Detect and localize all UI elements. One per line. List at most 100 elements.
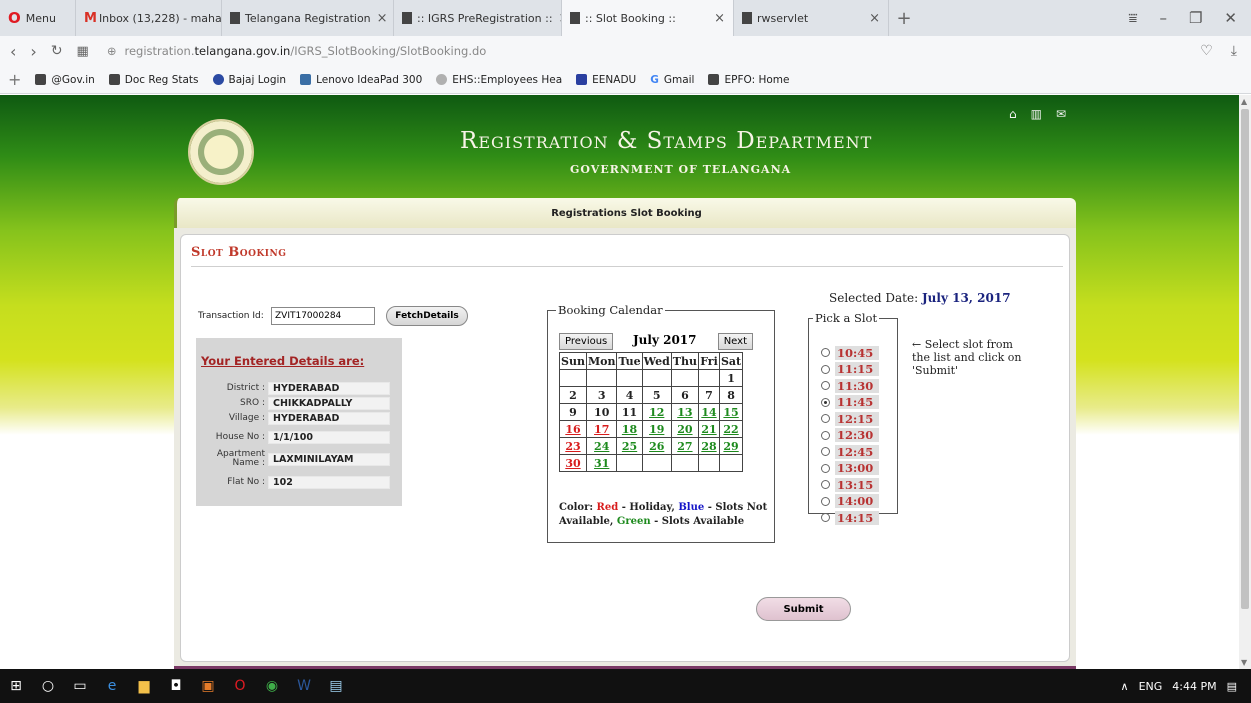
calendar-day[interactable]: 25 — [616, 437, 643, 455]
fetch-details-button[interactable]: FetchDetails — [386, 306, 468, 326]
download-icon[interactable]: ⤓ — [1231, 43, 1237, 59]
calendar-day[interactable]: 13 — [670, 403, 699, 421]
radio-button[interactable] — [821, 364, 830, 374]
tab-menu-icon[interactable]: ⩸ — [1128, 9, 1137, 27]
media-icon[interactable]: ▣ — [192, 669, 224, 703]
opera-icon[interactable]: O — [224, 669, 256, 703]
calendar-day[interactable]: 16 — [559, 420, 587, 438]
calendar-day[interactable]: 27 — [670, 437, 699, 455]
calendar-day[interactable]: 15 — [718, 403, 744, 421]
back-icon[interactable]: ‹ — [10, 42, 16, 61]
radio-button[interactable] — [821, 480, 830, 489]
slot-option[interactable]: 12:45 — [821, 444, 891, 459]
slot-option[interactable]: 12:15 — [821, 411, 891, 426]
sitemap-icon[interactable]: ▥ — [1031, 107, 1042, 121]
bookmark-item[interactable]: @Gov.in — [35, 74, 95, 86]
cortana-icon[interactable]: ○ — [32, 669, 64, 703]
bookmark-item[interactable]: G Gmail — [650, 74, 694, 86]
bookmark-item[interactable]: Bajaj Login — [212, 74, 286, 86]
tab-rwservlet[interactable]: rwservlet × — [734, 0, 889, 36]
slot-option[interactable]: 13:00 — [821, 461, 891, 476]
radio-button[interactable] — [821, 348, 830, 357]
submit-button[interactable]: Submit — [756, 597, 851, 621]
radio-button[interactable] — [821, 414, 830, 423]
opera-menu-button[interactable]: O Menu — [0, 0, 76, 36]
close-tab-icon[interactable]: × — [708, 11, 725, 26]
store-icon[interactable]: ◘ — [160, 669, 192, 703]
minimize-icon[interactable]: – — [1159, 9, 1167, 27]
scroll-up-icon[interactable]: ▲ — [1241, 97, 1247, 106]
page-scrollbar[interactable]: ▲ ▼ — [1239, 95, 1251, 669]
radio-button[interactable] — [821, 447, 830, 456]
radio-button[interactable] — [821, 397, 830, 407]
bookmark-item[interactable]: Doc Reg Stats — [108, 74, 199, 86]
bookmark-heart-icon[interactable]: ♡ — [1200, 43, 1213, 59]
windows-start-icon[interactable]: ⊞ — [0, 669, 32, 703]
radio-button[interactable] — [821, 496, 830, 506]
radio-button[interactable] — [821, 381, 830, 390]
close-tab-icon[interactable]: × — [863, 11, 880, 26]
slot-option[interactable]: 10:45 — [821, 345, 891, 360]
bookmark-item[interactable]: EPFO: Home — [708, 74, 789, 86]
radio-button[interactable] — [821, 513, 830, 522]
previous-month-button[interactable]: Previous — [559, 333, 614, 350]
forward-icon[interactable]: › — [30, 42, 36, 61]
scroll-down-icon[interactable]: ▼ — [1241, 658, 1247, 667]
scrollbar-thumb[interactable] — [1241, 109, 1249, 609]
calendar-day[interactable]: 17 — [585, 420, 618, 438]
close-window-icon[interactable]: ✕ — [1224, 9, 1237, 27]
slot-option[interactable]: 11:30 — [821, 378, 891, 393]
mail-icon[interactable]: ✉ — [1056, 107, 1066, 121]
home-icon[interactable]: ⌂ — [1009, 107, 1017, 121]
calendar-day[interactable]: 31 — [585, 454, 618, 472]
add-bookmark-icon[interactable]: + — [8, 70, 21, 89]
notifications-icon[interactable]: ▤ — [1227, 680, 1237, 693]
next-month-button[interactable]: Next — [717, 333, 753, 350]
bookmark-item[interactable]: Lenovo IdeaPad 300 — [300, 74, 422, 86]
tab-slot-booking[interactable]: :: Slot Booking :: × — [562, 0, 734, 36]
calendar-day[interactable]: 26 — [641, 437, 672, 455]
slot-option[interactable]: 11:45 — [821, 395, 891, 410]
language-indicator[interactable]: ENG — [1139, 680, 1163, 693]
speed-dial-icon[interactable]: ▦ — [77, 44, 89, 59]
bookmark-item[interactable]: EENADU — [576, 74, 636, 86]
calendar-day[interactable]: 29 — [718, 437, 744, 455]
tab-gmail[interactable]: M Inbox (13,228) - mahanka × — [76, 0, 222, 36]
word-icon[interactable]: W — [288, 669, 320, 703]
transaction-id-input[interactable] — [271, 307, 375, 325]
slot-option[interactable]: 13:15 — [821, 477, 891, 492]
calendar-day[interactable]: 24 — [585, 437, 618, 455]
slot-option[interactable]: 11:15 — [821, 362, 891, 377]
calendar-day[interactable]: 30 — [559, 454, 587, 472]
clock[interactable]: 4:44 PM — [1172, 680, 1216, 693]
slot-option[interactable]: 14:00 — [821, 494, 891, 509]
calendar-day[interactable]: 12 — [641, 403, 672, 421]
calendar-day[interactable]: 28 — [697, 437, 720, 455]
bookmark-item[interactable]: EHS::Employees Hea — [436, 74, 562, 86]
slot-option[interactable]: 12:30 — [821, 428, 891, 443]
radio-button[interactable] — [821, 430, 830, 440]
tab-telangana-registration[interactable]: Telangana Registration × — [222, 0, 394, 36]
close-tab-icon[interactable]: × — [553, 11, 561, 26]
calendar-day[interactable]: 21 — [697, 420, 720, 438]
tray-expand-icon[interactable]: ∧ — [1121, 680, 1129, 693]
calendar-day[interactable]: 20 — [670, 420, 699, 438]
radio-button[interactable] — [821, 463, 830, 473]
close-tab-icon[interactable]: × — [371, 11, 388, 26]
calendar-day[interactable]: 19 — [641, 420, 672, 438]
restore-icon[interactable]: ❐ — [1189, 9, 1202, 27]
url-field[interactable]: ⊕ registration.telangana.gov.in/IGRS_Slo… — [107, 44, 486, 58]
notepad-icon[interactable]: ▤ — [320, 669, 352, 703]
slot-option[interactable]: 14:15 — [821, 510, 891, 525]
reload-icon[interactable]: ↻ — [51, 43, 63, 59]
chrome-icon[interactable]: ◉ — [256, 669, 288, 703]
file-explorer-icon[interactable]: ▆ — [128, 669, 160, 703]
calendar-day[interactable]: 23 — [559, 437, 587, 455]
calendar-day[interactable]: 22 — [718, 420, 744, 438]
edge-icon[interactable]: e — [96, 669, 128, 703]
calendar-day[interactable]: 18 — [616, 420, 643, 438]
tab-igrs-preregistration[interactable]: :: IGRS PreRegistration :: × — [394, 0, 562, 36]
new-tab-button[interactable]: + — [889, 0, 919, 36]
calendar-day[interactable]: 14 — [697, 403, 720, 421]
task-view-icon[interactable]: ▭ — [64, 669, 96, 703]
